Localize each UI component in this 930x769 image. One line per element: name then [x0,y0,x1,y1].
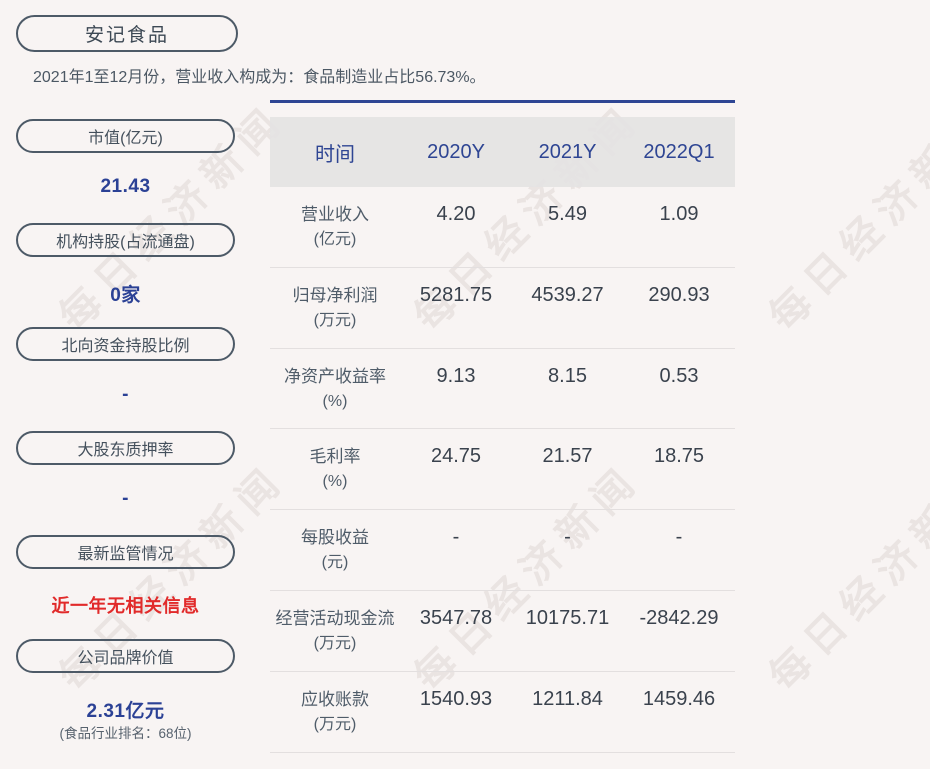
row-value-2022q1: - [675,526,683,549]
row-value-2022q1: 18.75 [653,445,705,468]
row-metric-unit: (元) [321,554,349,572]
row-value-2020: - [452,526,460,549]
row-metric-name: 毛利率 [309,447,361,467]
sidebar-metric-pill: 机构持股(占流通盘) [16,223,235,257]
stock-info-card: 每日经济新闻每日经济新闻每日经济新闻每日经济新闻每日经济新闻每日经济新闻每日经济… [0,0,930,769]
row-value-2022q1: 1459.46 [642,687,716,710]
row-value-2020: 9.13 [436,364,476,387]
sidebar-item: 大股东质押率 - [16,431,235,509]
sidebar-metric-label: 市值(亿元) [88,130,163,147]
financial-table: 时间 2020Y 2021Y 2022Q1 营业收入 (亿元) 4.20 5.49 1… [270,117,735,753]
sidebar-item: 公司品牌价值 2.31亿元 (食品行业排名：68位) [16,639,235,741]
row-value-2022q1: 290.93 [648,283,710,306]
sidebar-metric-label: 公司品牌价值 [77,650,174,667]
row-metric-name: 每股收益 [301,528,369,548]
revenue-composition-text: 2021年1至12月份，营业收入构成为：食品制造业占比56.73%。 [33,69,486,86]
row-metric-name: 应收账款 [301,689,369,709]
row-value-2020: 1540.93 [419,687,493,710]
row-value-2021: 21.57 [542,445,593,468]
table-column-header: 时间 [315,143,355,166]
row-value-2020: 4.20 [436,203,476,225]
company-name: 安记食品 [84,25,169,46]
sidebar-metric-value: - [122,384,129,405]
row-metric-unit: (%) [322,392,348,410]
row-label-cell: 每股收益 (元) [270,525,400,590]
sidebar-metric-pill: 北向资金持股比例 [16,327,235,361]
sidebar-metric-label: 机构持股(占流通盘) [56,234,195,251]
row-value-2020: 3547.78 [419,606,493,629]
table-column-header: 2021Y [538,140,597,163]
row-value-2020: 24.75 [430,445,482,468]
table-row: 毛利率 (%) 24.75 21.57 18.75 [270,429,735,511]
card-content: 安记食品 2021年1至12月份，营业收入构成为：食品制造业占比56.73%。 … [0,0,930,769]
sidebar-metric-value: 21.43 [100,176,151,197]
company-name-pill: 安记食品 [16,15,238,52]
sidebar-item: 市值(亿元) 21.43 [16,119,235,197]
row-value-2021: 1211.84 [532,687,603,710]
table-row: 归母净利润 (万元) 5281.75 4539.27 290.93 [270,268,735,349]
table-body: 营业收入 (亿元) 4.20 5.49 1.09 归母净利润 (万元) 5281… [270,187,735,753]
row-value-2020: 5281.75 [419,283,493,306]
row-value-2021: - [564,526,571,549]
sidebar-metric-value: 2.31亿元 [86,701,165,722]
row-metric-unit: (万元) [313,634,357,652]
sidebar-metric-value: 0家 [110,285,141,306]
row-label-cell: 净资产收益率 (%) [270,364,400,429]
sidebar-metric-pill: 市值(亿元) [16,119,235,153]
row-metric-name: 营业收入 [301,205,369,224]
sidebar-metric-label: 最新监管情况 [77,546,174,563]
row-value-2021: 5.49 [548,203,587,225]
sidebar-item: 机构持股(占流通盘) 0家 [16,223,235,306]
row-metric-name: 净资产收益率 [284,366,386,386]
table-row: 每股收益 (元) - - - [270,510,735,591]
table-row: 净资产收益率 (%) 9.13 8.15 0.53 [270,349,735,430]
row-value-2021: 4539.27 [531,283,604,306]
row-value-2021: 10175.71 [525,606,610,629]
table-column-header: 2020Y [427,140,485,163]
row-label-cell: 营业收入 (亿元) [270,202,400,267]
table-row: 经营活动现金流 (万元) 3547.78 10175.71 -2842.29 [270,591,735,672]
row-value-2021: 8.15 [548,364,587,387]
table-header-row: 时间 2020Y 2021Y 2022Q1 [270,117,735,187]
sidebar-metric-pill: 最新监管情况 [16,535,235,569]
row-value-2022q1: 0.53 [659,364,699,387]
sidebar-metric-value: 近一年无相关信息 [51,596,200,616]
row-value-2022q1: 1.09 [659,203,699,225]
sidebar-metric-pill: 大股东质押率 [16,431,235,465]
sidebar-item: 最新监管情况 近一年无相关信息 [16,535,235,616]
sidebar-metric-pill: 公司品牌价值 [16,639,235,673]
row-label-cell: 归母净利润 (万元) [270,283,400,348]
row-metric-unit: (万元) [313,715,357,733]
table-column-header: 2022Q1 [643,140,715,163]
row-metric-unit: (%) [322,473,348,491]
table-row: 营业收入 (亿元) 4.20 5.49 1.09 [270,187,735,268]
table-row: 应收账款 (万元) 1540.93 1211.84 1459.46 [270,672,735,753]
row-metric-unit: (万元) [313,311,357,329]
sidebar-metric-value: - [122,488,129,509]
sidebar-metric-note: (食品行业排名：68位) [59,726,192,741]
sidebar-metric-label: 北向资金持股比例 [61,338,190,355]
row-label-cell: 毛利率 (%) [270,444,400,509]
sidebar-metric-label: 大股东质押率 [77,442,174,459]
row-label-cell: 经营活动现金流 (万元) [270,606,400,671]
sidebar-item: 北向资金持股比例 - [16,327,235,405]
row-metric-name: 经营活动现金流 [275,608,395,628]
row-metric-unit: (亿元) [313,231,357,248]
row-value-2022q1: -2842.29 [639,606,719,629]
row-metric-name: 归母净利润 [292,285,378,305]
row-label-cell: 应收账款 (万元) [270,687,400,752]
table-top-rule [270,100,735,103]
